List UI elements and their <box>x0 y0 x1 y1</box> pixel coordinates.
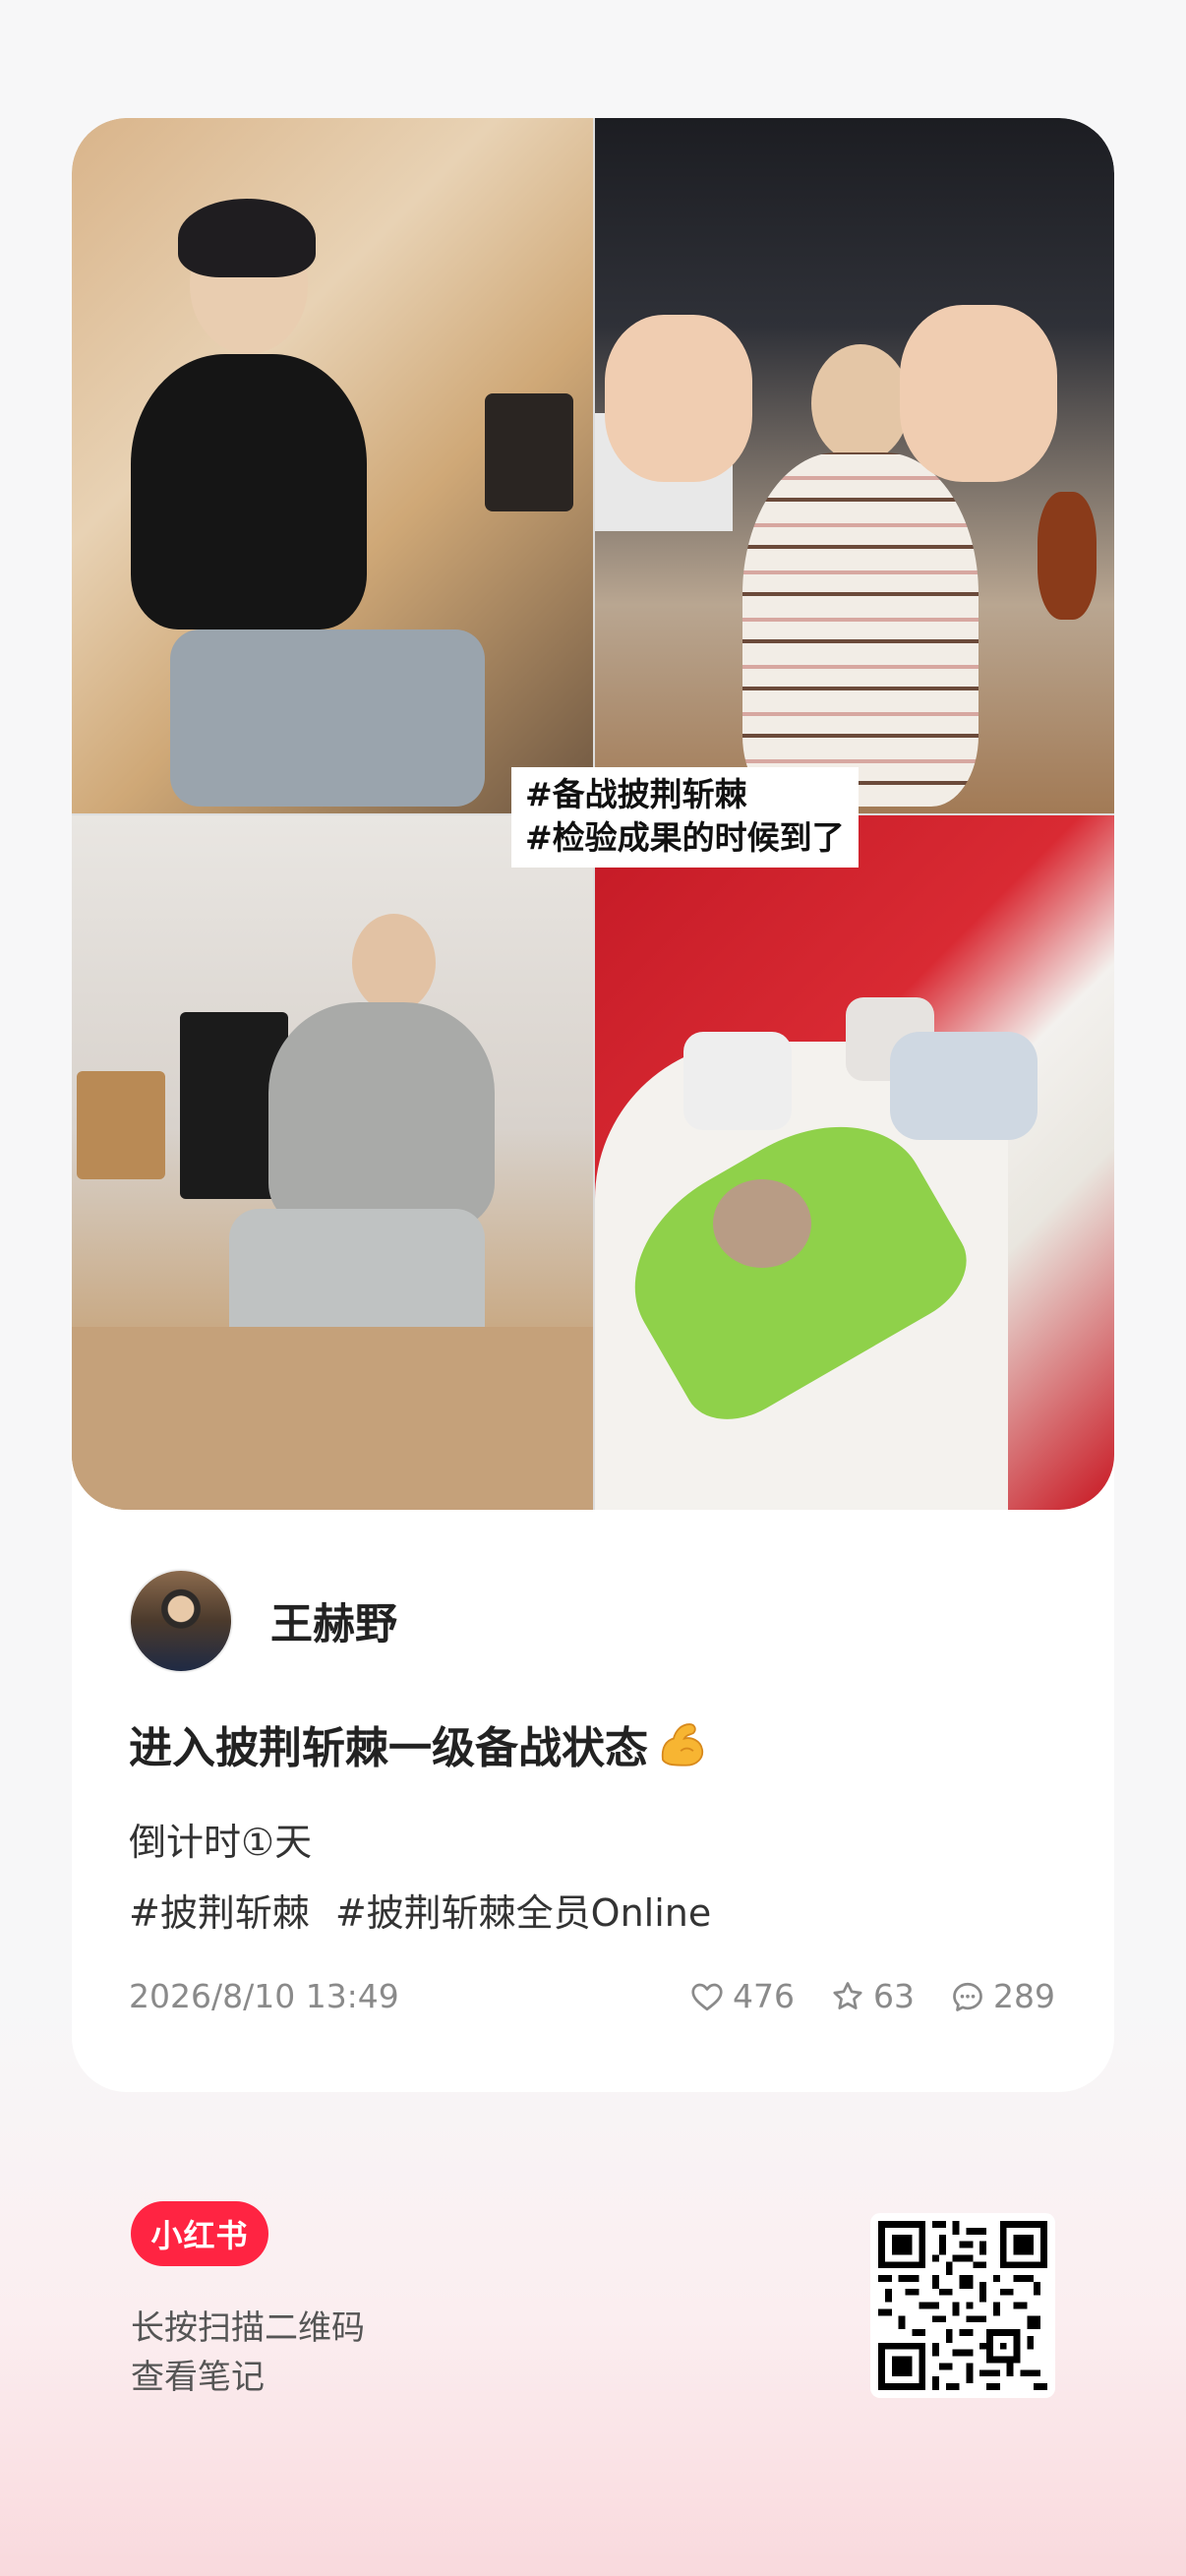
photo-caption: #备战披荆斩棘 #检验成果的时候到了 <box>511 767 859 868</box>
comment-count: 289 <box>993 1977 1055 2015</box>
striped-shirt <box>742 452 978 807</box>
brand-text: 小红书 <box>150 2217 249 2254</box>
floor <box>72 1327 593 1510</box>
shorts <box>890 1032 1038 1140</box>
author-name[interactable]: 王赫野 <box>270 1590 397 1651</box>
stats: 476 63 289 <box>654 1977 1055 2015</box>
photo-top-right <box>595 118 1114 813</box>
person-jeans <box>170 629 485 807</box>
note-body-line: 倒计时①天 <box>129 1821 313 1864</box>
scan-hint-line-2: 查看笔记 <box>131 2358 265 2397</box>
photo-bottom-left <box>72 815 593 1510</box>
note-title: 进入披荆斩棘一级备战状态 <box>129 1712 711 1775</box>
note-tags: #披荆斩棘 #披荆斩棘全员Online <box>129 1883 737 1937</box>
person-tshirt <box>268 1002 495 1228</box>
person-head <box>352 914 436 1012</box>
collect-stat[interactable]: 63 <box>830 1977 915 2015</box>
like-count: 476 <box>733 1977 795 2015</box>
note-card[interactable]: #备战披荆斩棘 #检验成果的时候到了 王赫野 <box>72 118 1114 2092</box>
caption-line-2: #检验成果的时候到了 <box>525 818 845 857</box>
post-date: 2026/8/10 13:49 <box>129 1977 399 2015</box>
scan-hint-line-1: 长按扫描二维码 <box>131 2308 365 2348</box>
xiaohongshu-logo: 小红书 <box>131 2201 268 2266</box>
photo-top-left <box>72 118 593 813</box>
heart-icon[interactable] <box>689 1979 725 2014</box>
caption-line-1: #备战披荆斩棘 <box>525 775 747 813</box>
meta-row: 2026/8/10 13:49 476 63 289 <box>129 1977 1055 2026</box>
speaker <box>485 393 573 511</box>
comment-icon[interactable] <box>950 1979 985 2014</box>
thumbs-up-right <box>900 305 1057 482</box>
cello <box>1038 492 1097 620</box>
thumbs-up-left <box>605 315 752 482</box>
person-head <box>811 344 910 462</box>
comment-stat[interactable]: 289 <box>950 1977 1055 2015</box>
hashtag-link[interactable]: #披荆斩棘 <box>129 1891 310 1935</box>
hashtag-link[interactable]: #披荆斩棘全员Online <box>335 1891 711 1935</box>
person-shirt <box>131 354 367 629</box>
qr-code-icon[interactable] <box>878 2221 1047 2390</box>
photo-collage[interactable]: #备战披荆斩棘 #检验成果的时候到了 <box>72 118 1114 1510</box>
author-row[interactable]: 王赫野 <box>129 1569 397 1673</box>
scan-hint: 长按扫描二维码 查看笔记 <box>131 2304 365 2402</box>
cushion <box>683 1032 792 1130</box>
photo-bottom-right <box>595 815 1114 1510</box>
like-stat[interactable]: 476 <box>689 1977 795 2015</box>
bucket-hat <box>713 1179 811 1268</box>
collect-count: 63 <box>873 1977 915 2015</box>
note-title-text: 进入披荆斩棘一级备战状态 <box>129 1723 648 1773</box>
amplifier <box>77 1071 165 1179</box>
star-icon[interactable] <box>830 1979 865 2014</box>
qr-code[interactable] <box>870 2213 1055 2398</box>
muscle-emoji-icon <box>661 1723 704 1767</box>
avatar[interactable] <box>129 1569 233 1673</box>
person-hair <box>178 199 316 277</box>
